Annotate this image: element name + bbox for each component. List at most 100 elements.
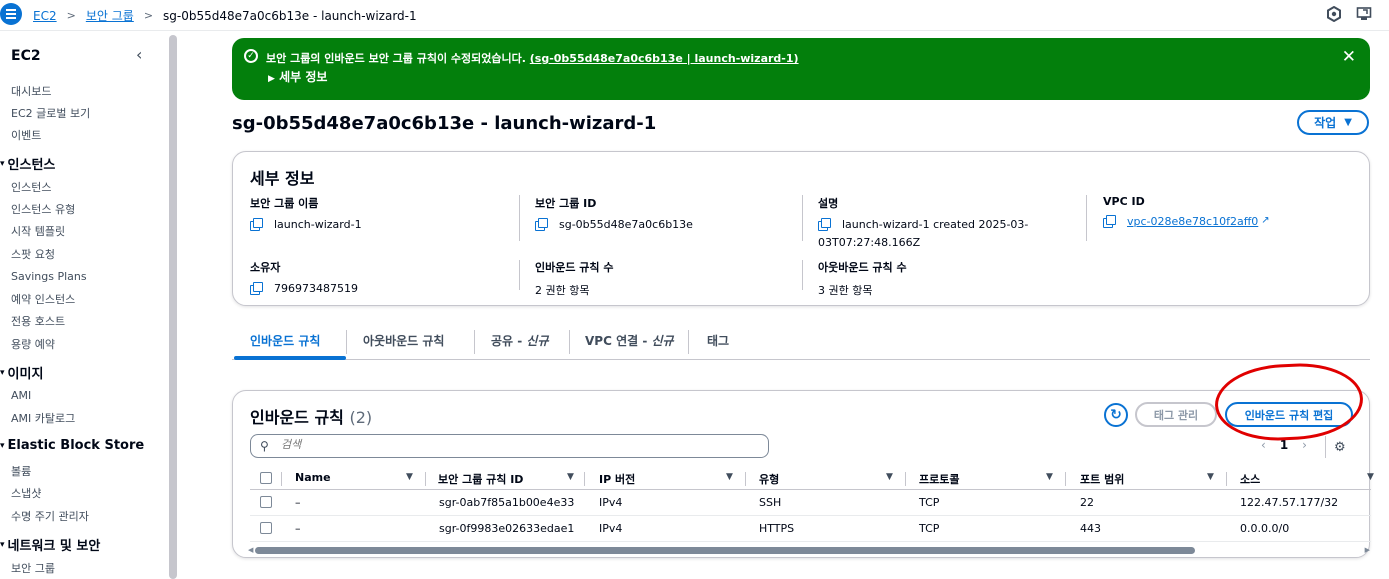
tab-inbound-rules[interactable]: 인바운드 규칙 xyxy=(250,332,320,349)
sidebar-section-instances[interactable]: ▾ 인스턴스 xyxy=(0,154,55,173)
sidebar-scrollbar[interactable] xyxy=(169,35,177,579)
sidebar-item-dedicated-hosts[interactable]: 전용 호스트 xyxy=(11,313,65,329)
chevron-left-icon[interactable]: ‹ xyxy=(1261,438,1266,452)
vpc-link[interactable]: vpc-028e8e78c10f2aff0 xyxy=(1127,215,1258,228)
sidebar-item-reserved-instances[interactable]: 예약 인스턴스 xyxy=(11,291,75,307)
menu-icon[interactable] xyxy=(0,3,22,25)
sidebar-item-lifecycle-manager[interactable]: 수명 주기 관리자 xyxy=(11,508,89,524)
gear-icon[interactable]: ⚙ xyxy=(1334,440,1346,455)
select-all-checkbox[interactable] xyxy=(260,472,272,484)
table-row[interactable]: – sgr-0ab7f85a1b00e4e33 IPv4 SSH TCP 22 … xyxy=(250,490,1371,516)
tab-divider xyxy=(346,330,347,354)
divider xyxy=(1086,195,1087,241)
owner-field: 소유자 796973487519 xyxy=(250,261,358,295)
sidebar-item-spot-requests[interactable]: 스팟 요청 xyxy=(11,246,55,262)
sidebar-item-instances[interactable]: 인스턴스 xyxy=(11,179,51,195)
rules-title: 인바운드 규칙 (2) xyxy=(250,408,373,427)
table-row[interactable]: – sgr-0f9983e02633edae1 IPv4 HTTPS TCP 4… xyxy=(250,516,1371,542)
breadcrumb-ec2[interactable]: EC2 xyxy=(33,9,57,23)
tab-outbound-rules[interactable]: 아웃바운드 규칙 xyxy=(363,332,444,349)
column-divider xyxy=(425,472,426,486)
flash-details-toggle[interactable]: ▶ 세부 정보 xyxy=(268,68,327,85)
table-header: Name ▼ 보안 그룹 규칙 ID ▼ IP 버전 ▼ 유형 ▼ 프로토콜 ▼… xyxy=(250,468,1374,490)
sidebar-section-network-security[interactable]: ▾ 네트워크 및 보안 xyxy=(0,535,100,554)
flash-sg-link[interactable]: (sg-0b55d48e7a0c6b13e | launch-wizard-1) xyxy=(530,52,799,65)
column-port-range[interactable]: 포트 범위 xyxy=(1080,471,1124,487)
copy-icon[interactable] xyxy=(1103,215,1116,228)
sidebar-item-global-view[interactable]: EC2 글로벌 보기 xyxy=(11,105,90,121)
search-icon: ⚲ xyxy=(260,439,269,453)
divider xyxy=(519,195,520,241)
notification-settings-icon[interactable] xyxy=(1326,6,1342,22)
tab-vpc-association[interactable]: VPC 연결 - 신규 xyxy=(585,332,674,349)
sort-icon[interactable]: ▼ xyxy=(1207,472,1214,482)
sidebar-section-images[interactable]: ▾ 이미지 xyxy=(0,363,43,382)
copy-icon[interactable] xyxy=(250,282,263,295)
external-link-icon[interactable]: ↗ xyxy=(1261,215,1269,226)
divider xyxy=(519,260,520,290)
column-divider xyxy=(1226,472,1227,486)
sort-icon[interactable]: ▼ xyxy=(406,472,413,482)
flash-message: 보안 그룹의 인바운드 보안 그룹 규칙이 수정되었습니다. (sg-0b55d… xyxy=(266,52,799,65)
sidebar-item-security-groups[interactable]: 보안 그룹 xyxy=(11,560,55,576)
column-protocol[interactable]: 프로토콜 xyxy=(919,471,959,487)
column-divider xyxy=(905,472,906,486)
outbound-count-field: 아웃바운드 규칙 수 3 권한 항목 xyxy=(818,261,907,297)
row-checkbox[interactable] xyxy=(260,522,272,534)
page-title: sg-0b55d48e7a0c6b13e - launch-wizard-1 xyxy=(232,113,657,134)
manage-tags-button[interactable]: 태그 관리 xyxy=(1135,402,1217,427)
search-field[interactable]: ⚲ xyxy=(250,434,769,458)
scroll-right-icon[interactable]: ▶ xyxy=(1365,546,1370,554)
breadcrumb-security-groups[interactable]: 보안 그룹 xyxy=(86,7,134,24)
sidebar-item-ami[interactable]: AMI xyxy=(11,389,31,402)
scrollbar-thumb[interactable] xyxy=(255,547,1195,554)
check-circle-icon: ✓ xyxy=(244,49,258,63)
divider xyxy=(1325,436,1326,458)
copy-icon[interactable] xyxy=(250,218,263,231)
tab-sharing[interactable]: 공유 - 신규 xyxy=(491,332,549,349)
external-link-icon[interactable] xyxy=(1356,6,1372,22)
chevron-left-icon[interactable]: ‹ xyxy=(136,45,142,64)
sort-icon[interactable]: ▼ xyxy=(886,472,893,482)
sidebar-item-ami-catalog[interactable]: AMI 카탈로그 xyxy=(11,410,75,426)
copy-icon[interactable] xyxy=(535,218,548,231)
horizontal-scrollbar[interactable]: ◀ ▶ xyxy=(248,546,1370,555)
sort-icon[interactable]: ▼ xyxy=(567,472,574,482)
scroll-left-icon[interactable]: ◀ xyxy=(248,546,253,554)
caret-down-icon: ▾ xyxy=(0,367,5,378)
row-checkbox[interactable] xyxy=(260,496,272,508)
sidebar-item-capacity-reservations[interactable]: 용량 예약 xyxy=(11,336,55,352)
tab-bar: 인바운드 규칙 아웃바운드 규칙 공유 - 신규 VPC 연결 - 신규 태그 xyxy=(232,326,1370,360)
refresh-icon[interactable]: ↻ xyxy=(1104,403,1128,427)
sg-name-field: 보안 그룹 이름 launch-wizard-1 xyxy=(250,197,362,231)
search-input[interactable] xyxy=(281,438,681,451)
sidebar-item-events[interactable]: 이벤트 xyxy=(11,127,41,143)
column-divider xyxy=(1065,472,1066,486)
sidebar-item-launch-templates[interactable]: 시작 템플릿 xyxy=(11,223,65,239)
copy-icon[interactable] xyxy=(818,218,831,231)
close-icon[interactable]: ✕ xyxy=(1342,47,1356,67)
chevron-right-icon[interactable]: › xyxy=(1302,438,1307,452)
column-rule-id[interactable]: 보안 그룹 규칙 ID xyxy=(438,471,523,487)
column-ip-version[interactable]: IP 버전 xyxy=(599,471,635,487)
column-divider xyxy=(745,472,746,486)
top-bar: EC2 > 보안 그룹 > sg-0b55d48e7a0c6b13e - lau… xyxy=(0,0,1389,31)
sidebar-item-snapshots[interactable]: 스냅샷 xyxy=(11,485,41,501)
column-source[interactable]: 소스 xyxy=(1240,471,1260,487)
details-title: 세부 정보 xyxy=(250,169,315,188)
sidebar-item-dashboard[interactable]: 대시보드 xyxy=(11,83,51,99)
sidebar-item-savings-plans[interactable]: Savings Plans xyxy=(11,270,87,283)
actions-button[interactable]: 작업 ▼ xyxy=(1297,110,1369,135)
caret-down-icon: ▾ xyxy=(0,539,5,550)
tab-divider xyxy=(474,330,475,354)
column-type[interactable]: 유형 xyxy=(759,471,779,487)
column-name[interactable]: Name xyxy=(295,471,331,484)
sidebar-section-ebs[interactable]: ▾ Elastic Block Store xyxy=(0,438,144,453)
column-divider xyxy=(281,472,282,486)
sort-icon[interactable]: ▼ xyxy=(1046,472,1053,482)
sort-icon[interactable]: ▼ xyxy=(726,472,733,482)
tab-tags[interactable]: 태그 xyxy=(707,332,729,349)
sort-icon[interactable]: ▼ xyxy=(1367,472,1374,482)
sidebar-item-volumes[interactable]: 볼륨 xyxy=(11,463,31,479)
sidebar-item-instance-types[interactable]: 인스턴스 유형 xyxy=(11,201,75,217)
